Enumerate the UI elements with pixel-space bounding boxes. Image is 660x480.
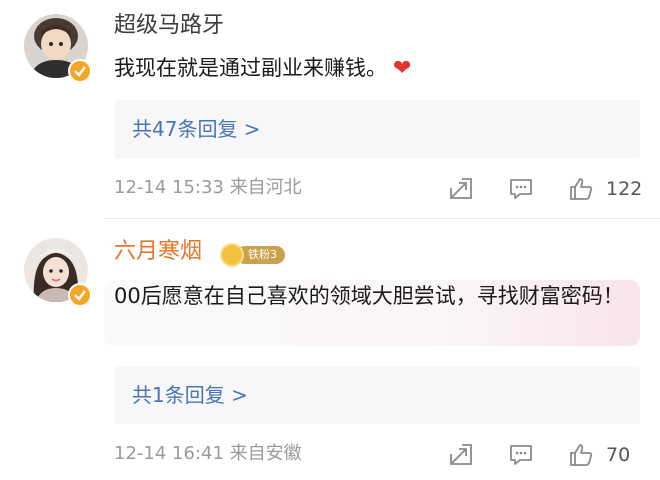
like-icon[interactable]: [568, 176, 594, 202]
username[interactable]: 超级马路牙: [114, 12, 224, 40]
comment-body: 我现在就是通过副业来赚钱。: [114, 56, 387, 80]
fan-crown-icon: [220, 243, 244, 267]
timestamp-location: 12-14 15:33 来自河北: [114, 177, 302, 198]
comment-icon[interactable]: [508, 176, 534, 202]
share-icon[interactable]: [448, 442, 474, 468]
verified-badge-icon: [68, 283, 92, 307]
fan-badge: 铁粉3: [220, 243, 285, 267]
share-icon[interactable]: [448, 176, 474, 202]
reply-summary[interactable]: 共1条回复 >: [114, 366, 640, 424]
comment-icon[interactable]: [508, 442, 534, 468]
divider: [104, 218, 660, 219]
view-replies-link[interactable]: 共1条回复 >: [132, 381, 248, 409]
like-count: 122: [606, 178, 643, 200]
heart-emoji-icon: ❤: [393, 56, 412, 81]
like-count: 70: [606, 444, 631, 466]
comment-item: 六月寒烟 铁粉3 00后愿意在自己喜欢的领域大胆尝试，寻找财富密码！ 共1条回复…: [0, 232, 660, 480]
username[interactable]: 六月寒烟: [114, 238, 202, 266]
comment-item: 超级马路牙 我现在就是通过副业来赚钱。 ❤ 共47条回复 > 12-14 15:3…: [0, 0, 660, 219]
comment-body: 00后愿意在自己喜欢的领域大胆尝试，寻找财富密码！: [114, 284, 624, 308]
reply-summary[interactable]: 共47条回复 >: [114, 100, 640, 158]
view-replies-link[interactable]: 共47条回复 >: [132, 115, 261, 143]
comment-text: 我现在就是通过副业来赚钱。 ❤: [114, 52, 644, 85]
like-icon[interactable]: [568, 442, 594, 468]
timestamp-location: 12-14 16:41 来自安徽: [114, 443, 302, 464]
verified-badge-icon: [68, 59, 92, 83]
